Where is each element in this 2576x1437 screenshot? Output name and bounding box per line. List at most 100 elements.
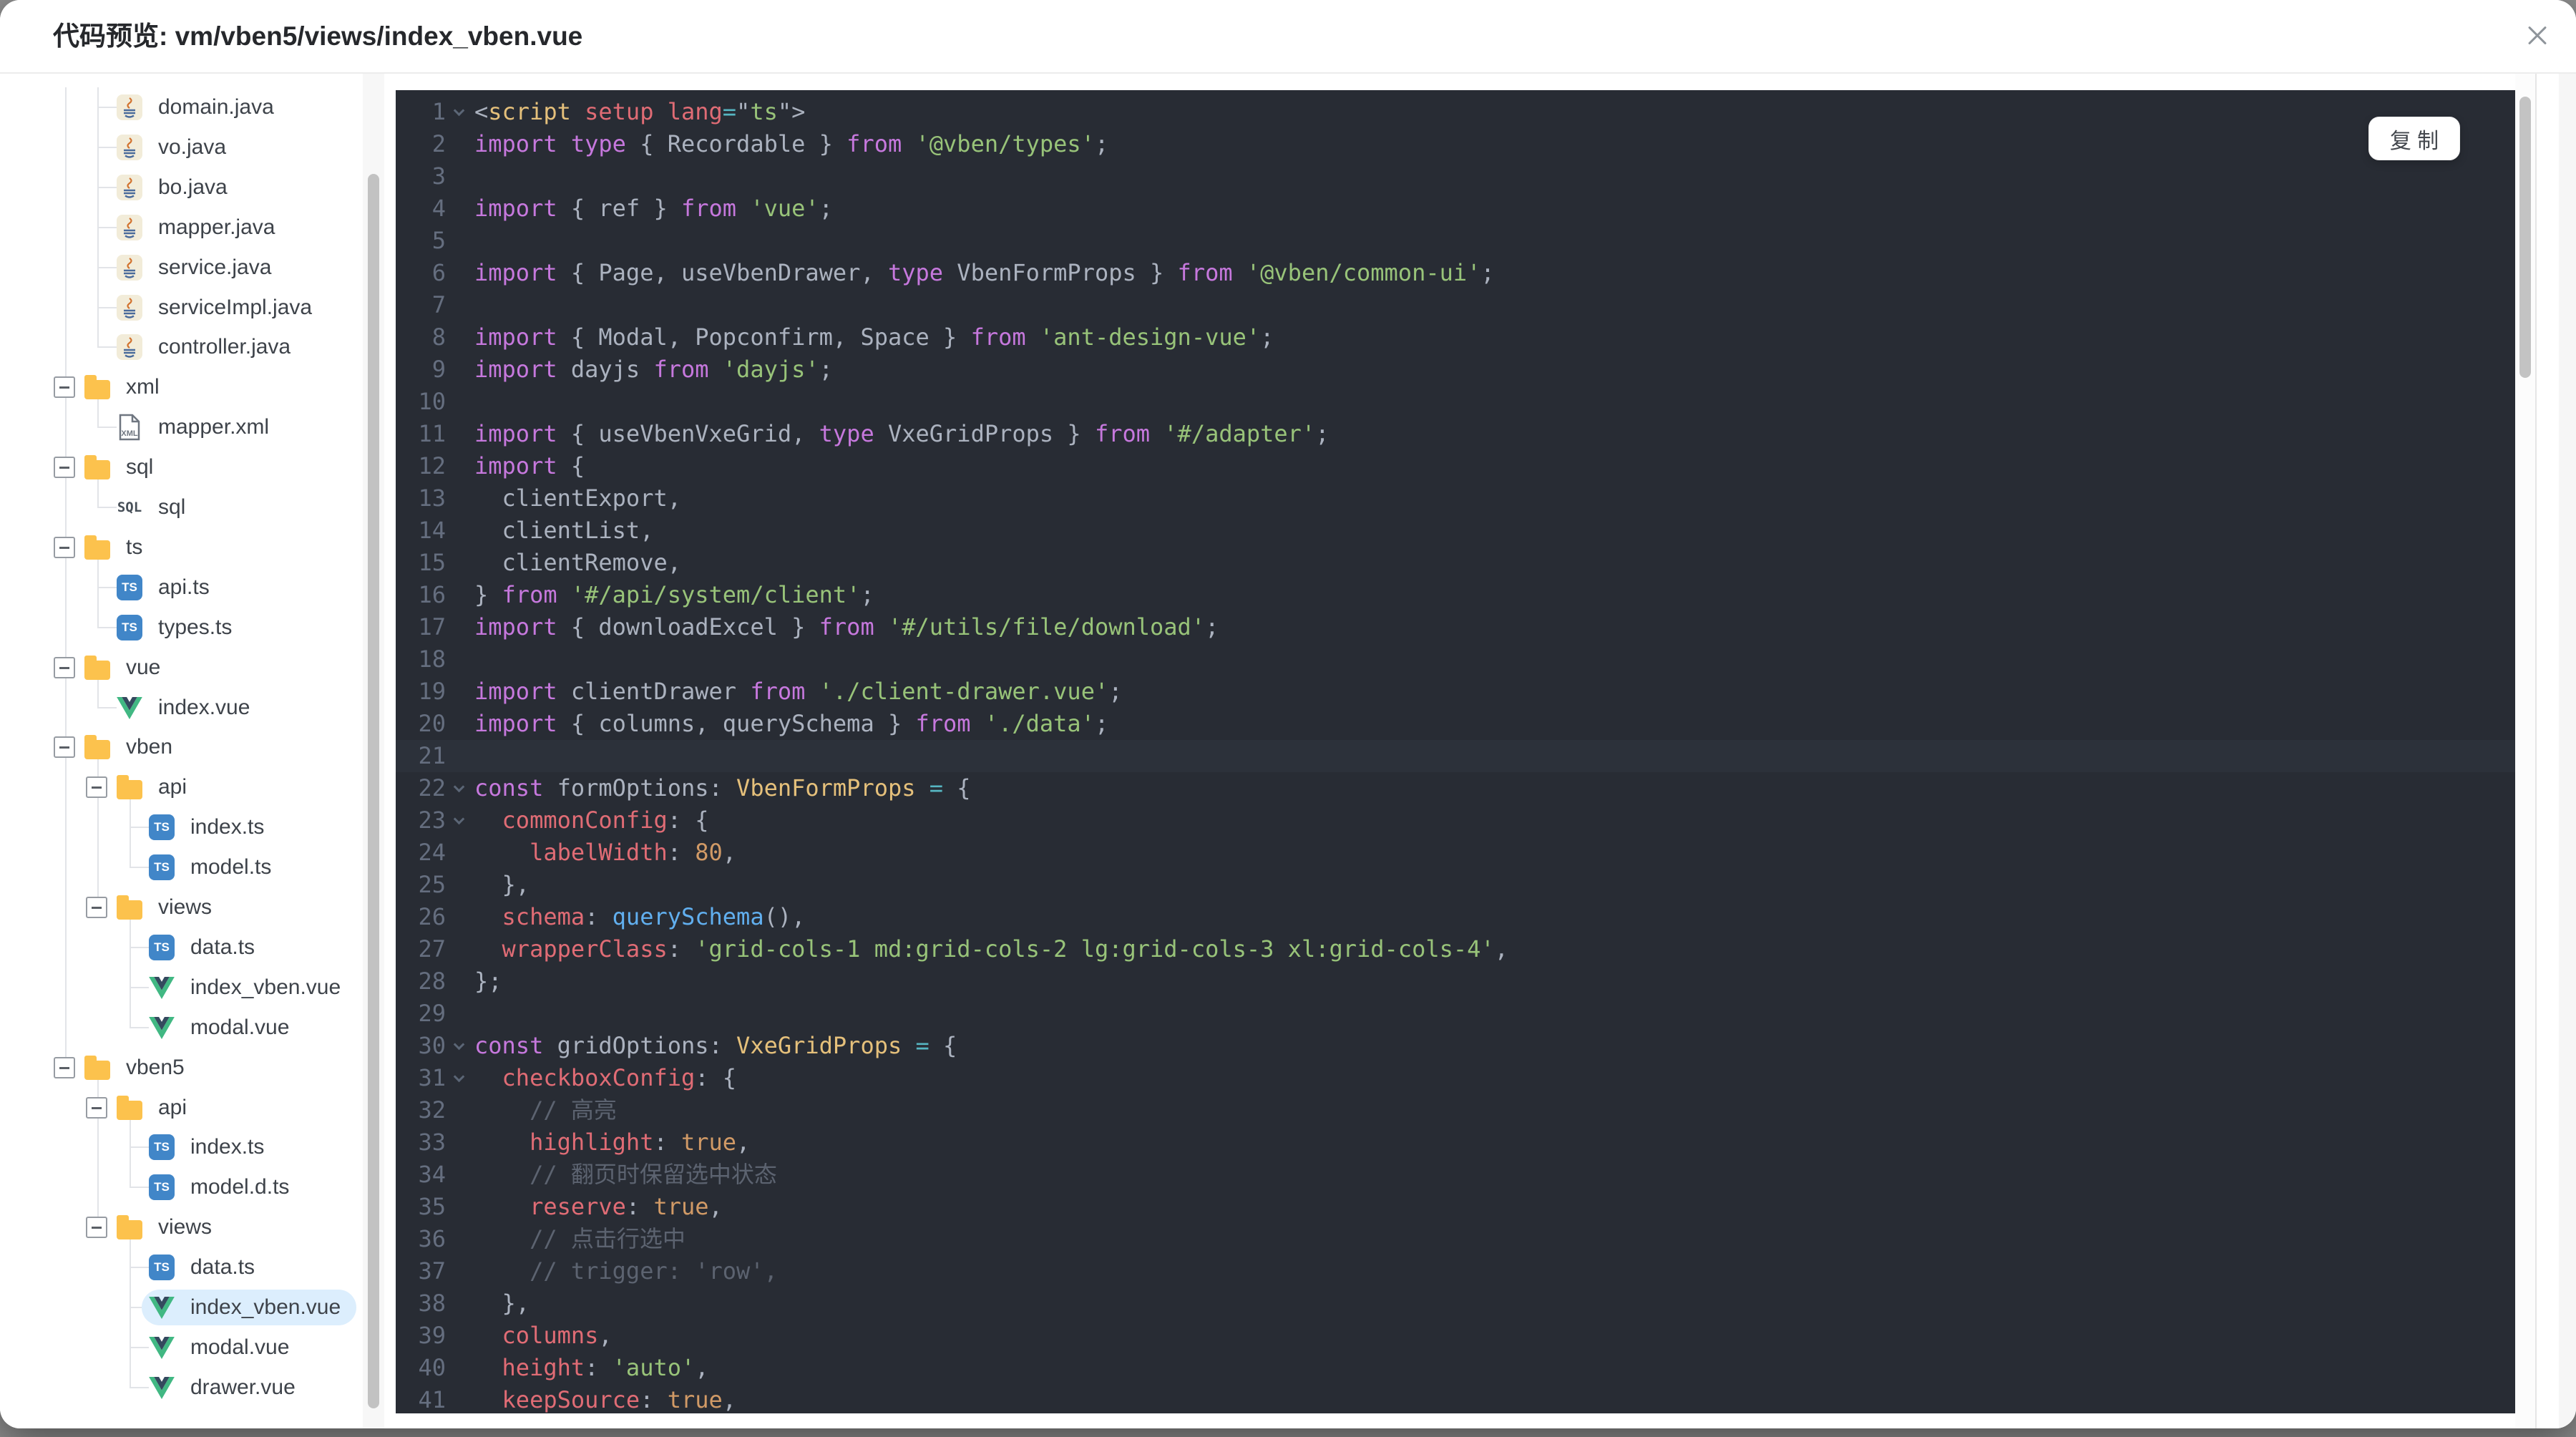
tree-item[interactable]: vo.java	[109, 130, 242, 165]
collapse-minus-box[interactable]	[54, 1057, 75, 1078]
tree-row[interactable]: vben5	[0, 1048, 363, 1088]
editor-scrollbar-thumb[interactable]	[2519, 97, 2531, 378]
tree-row[interactable]: index_vben.vue	[0, 968, 363, 1008]
fold-chevron-down-icon[interactable]	[446, 1030, 474, 1062]
tree-item[interactable]: modal.vue	[142, 1330, 305, 1365]
tree-row[interactable]: service.java	[0, 248, 363, 288]
tree-item[interactable]: controller.java	[109, 329, 306, 365]
collapse-minus-box[interactable]	[86, 1217, 107, 1238]
tree-row[interactable]: index_vben.vue	[0, 1287, 363, 1328]
tree-row[interactable]: TS index.ts	[0, 807, 363, 848]
tree-item[interactable]: index_vben.vue	[142, 970, 356, 1005]
tree-item[interactable]: mapper.java	[109, 210, 291, 245]
fold-chevron-down-icon[interactable]	[446, 1062, 474, 1094]
line-number: 9	[431, 356, 446, 383]
sidebar-scrollbar-thumb[interactable]	[368, 174, 379, 1408]
tree-item[interactable]: index.vue	[109, 690, 265, 726]
sidebar-scrollbar-track[interactable]	[363, 74, 384, 1428]
tree-row[interactable]: drawer.vue	[0, 1368, 363, 1408]
tree-row[interactable]: serviceImpl.java	[0, 288, 363, 328]
tree-item[interactable]: vue	[77, 650, 176, 686]
editor-scrollbar-track[interactable]	[2515, 74, 2535, 1428]
tree-row[interactable]: TS model.ts	[0, 847, 363, 888]
tree-row[interactable]: domain.java	[0, 87, 363, 128]
tree-row[interactable]: xml	[0, 367, 363, 408]
fold-chevron-down-icon[interactable]	[446, 96, 474, 128]
tree-item[interactable]: XML mapper.xml	[109, 409, 285, 445]
tree-row[interactable]: bo.java	[0, 167, 363, 208]
tree-item[interactable]: TS model.d.ts	[142, 1169, 305, 1205]
tree-item[interactable]: vben5	[77, 1050, 200, 1086]
collapse-minus-box[interactable]	[54, 537, 75, 558]
tree-item[interactable]: api	[109, 769, 203, 805]
tree-row[interactable]: TS api.ts	[0, 568, 363, 608]
line-number: 32	[418, 1096, 446, 1124]
collapse-minus-box[interactable]	[86, 897, 107, 918]
code-editor[interactable]: 1 <script setup lang="ts"> 2 import type { …	[396, 90, 2515, 1413]
code-text: clientExport,	[474, 484, 681, 512]
tree-item[interactable]: drawer.vue	[142, 1370, 311, 1406]
tree-row[interactable]: modal.vue	[0, 1328, 363, 1368]
tree-item[interactable]: SQL sql	[109, 489, 201, 525]
tree-row[interactable]: api	[0, 1088, 363, 1129]
tree-item[interactable]: serviceImpl.java	[109, 290, 328, 326]
code-line: 31 checkboxConfig: {	[396, 1062, 2515, 1094]
tree-row-label: serviceImpl.java	[158, 296, 313, 319]
tree-item[interactable]: bo.java	[109, 170, 243, 205]
fold-gutter	[446, 128, 474, 160]
tree-row[interactable]: TS model.d.ts	[0, 1167, 363, 1208]
code-line: 23 commonConfig: {	[396, 804, 2515, 837]
collapse-minus-box[interactable]	[54, 457, 75, 478]
tree-row[interactable]: TS types.ts	[0, 608, 363, 648]
code-text: highlight: true,	[530, 1129, 751, 1156]
tree-item[interactable]: views	[109, 890, 228, 925]
tree-row[interactable]: SQL sql	[0, 487, 363, 528]
collapse-minus-box[interactable]	[86, 776, 107, 798]
typescript-file-icon: TS	[149, 814, 175, 840]
tree-row[interactable]: ts	[0, 527, 363, 568]
tree-row[interactable]: vue	[0, 648, 363, 688]
tree-row[interactable]: TS index.ts	[0, 1127, 363, 1168]
code-text: import dayjs from 'dayjs';	[474, 356, 833, 383]
tree-row[interactable]: TS data.ts	[0, 1247, 363, 1288]
tree-item[interactable]: TS types.ts	[109, 610, 248, 646]
tree-item[interactable]: vben	[77, 729, 188, 765]
tree-item[interactable]: views	[109, 1209, 228, 1245]
tree-row[interactable]: controller.java	[0, 327, 363, 368]
collapse-minus-box[interactable]	[54, 657, 75, 678]
code-line: 29	[396, 998, 2515, 1030]
tree-item[interactable]: TS data.ts	[142, 1250, 270, 1285]
close-button[interactable]	[2519, 17, 2556, 54]
tree-item[interactable]: TS data.ts	[142, 930, 270, 965]
collapse-minus-box[interactable]	[54, 376, 75, 398]
tree-row[interactable]: sql	[0, 447, 363, 488]
collapse-minus-box[interactable]	[86, 1097, 107, 1119]
tree-row[interactable]: views	[0, 1207, 363, 1248]
tree-item[interactable]: TS index.ts	[142, 809, 280, 845]
tree-row[interactable]: vo.java	[0, 127, 363, 168]
tree-item[interactable]: TS api.ts	[109, 570, 225, 605]
tree-item[interactable]: sql	[77, 449, 169, 485]
tree-row[interactable]: modal.vue	[0, 1008, 363, 1048]
fold-chevron-down-icon[interactable]	[446, 772, 474, 804]
tree-row[interactable]: api	[0, 767, 363, 808]
tree-item[interactable]: TS model.ts	[142, 849, 287, 885]
tree-row[interactable]: views	[0, 887, 363, 928]
collapse-minus-box[interactable]	[54, 736, 75, 758]
tree-row[interactable]: TS data.ts	[0, 927, 363, 968]
tree-row[interactable]: mapper.java	[0, 208, 363, 248]
tree-item[interactable]: modal.vue	[142, 1010, 305, 1046]
tree-row[interactable]: XML mapper.xml	[0, 407, 363, 448]
tree-item[interactable]: service.java	[109, 250, 287, 286]
copy-button[interactable]: 复 制	[2368, 117, 2460, 160]
fold-chevron-down-icon[interactable]	[446, 804, 474, 837]
tree-item-selected[interactable]: index_vben.vue	[142, 1290, 357, 1325]
tree-item[interactable]: xml	[77, 369, 175, 405]
tree-row[interactable]: index.vue	[0, 688, 363, 729]
tree-row[interactable]: vben	[0, 727, 363, 768]
tree-item[interactable]: ts	[77, 530, 158, 565]
tree-item[interactable]: domain.java	[109, 89, 290, 125]
code-line: 34 // 翻页时保留选中状态	[396, 1159, 2515, 1191]
tree-item[interactable]: TS index.ts	[142, 1129, 280, 1165]
tree-item[interactable]: api	[109, 1090, 203, 1126]
